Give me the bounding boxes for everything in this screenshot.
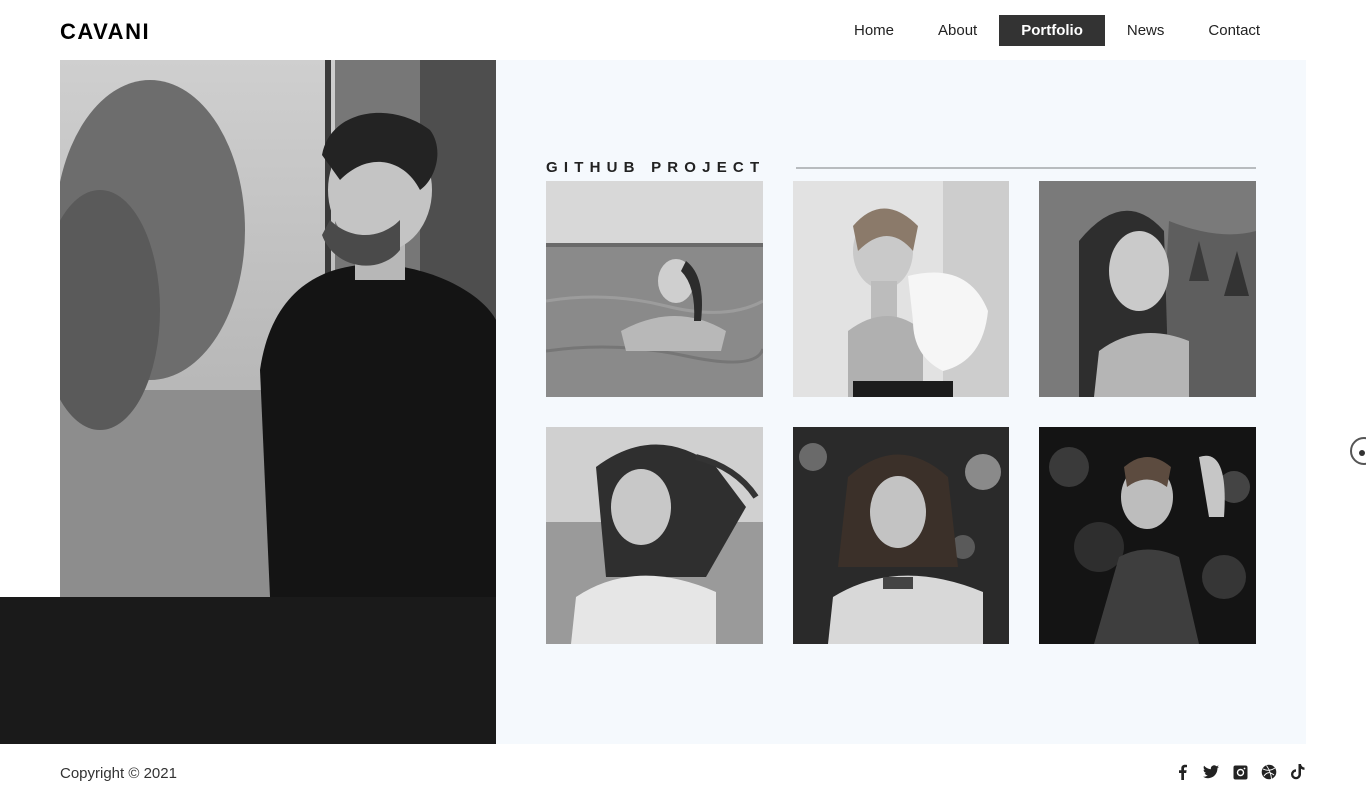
side-panel-toggle[interactable]: [1350, 437, 1366, 465]
portfolio-item[interactable]: [793, 427, 1009, 644]
title-divider: [796, 167, 1256, 169]
nav-news[interactable]: News: [1105, 15, 1187, 46]
hero-photo: [60, 60, 496, 597]
social-links: [1174, 763, 1306, 781]
tiktok-icon[interactable]: [1290, 763, 1306, 781]
nav-portfolio[interactable]: Portfolio: [999, 15, 1105, 46]
instagram-icon[interactable]: [1232, 763, 1248, 781]
dribbble-icon[interactable]: [1261, 763, 1277, 781]
portfolio-item[interactable]: [546, 181, 763, 397]
portfolio-item[interactable]: [793, 181, 1009, 397]
portfolio-item[interactable]: [546, 427, 763, 644]
site-logo[interactable]: CAVANI: [60, 19, 150, 45]
dark-accent-block: [0, 597, 496, 744]
nav-about[interactable]: About: [916, 15, 999, 46]
portfolio-section: GITHUB PROJECT: [496, 60, 1306, 744]
toggle-dot-icon: [1359, 450, 1365, 456]
section-title: GITHUB PROJECT: [546, 159, 766, 176]
nav-home[interactable]: Home: [832, 15, 916, 46]
portfolio-grid: [546, 181, 1256, 644]
twitter-icon[interactable]: [1203, 763, 1219, 781]
nav-contact[interactable]: Contact: [1186, 15, 1282, 46]
portfolio-item[interactable]: [1039, 427, 1256, 644]
copyright-text: Copyright © 2021: [60, 765, 177, 782]
portfolio-item[interactable]: [1039, 181, 1256, 397]
facebook-icon[interactable]: [1174, 763, 1190, 781]
main-nav: Home About Portfolio News Contact: [832, 15, 1282, 46]
